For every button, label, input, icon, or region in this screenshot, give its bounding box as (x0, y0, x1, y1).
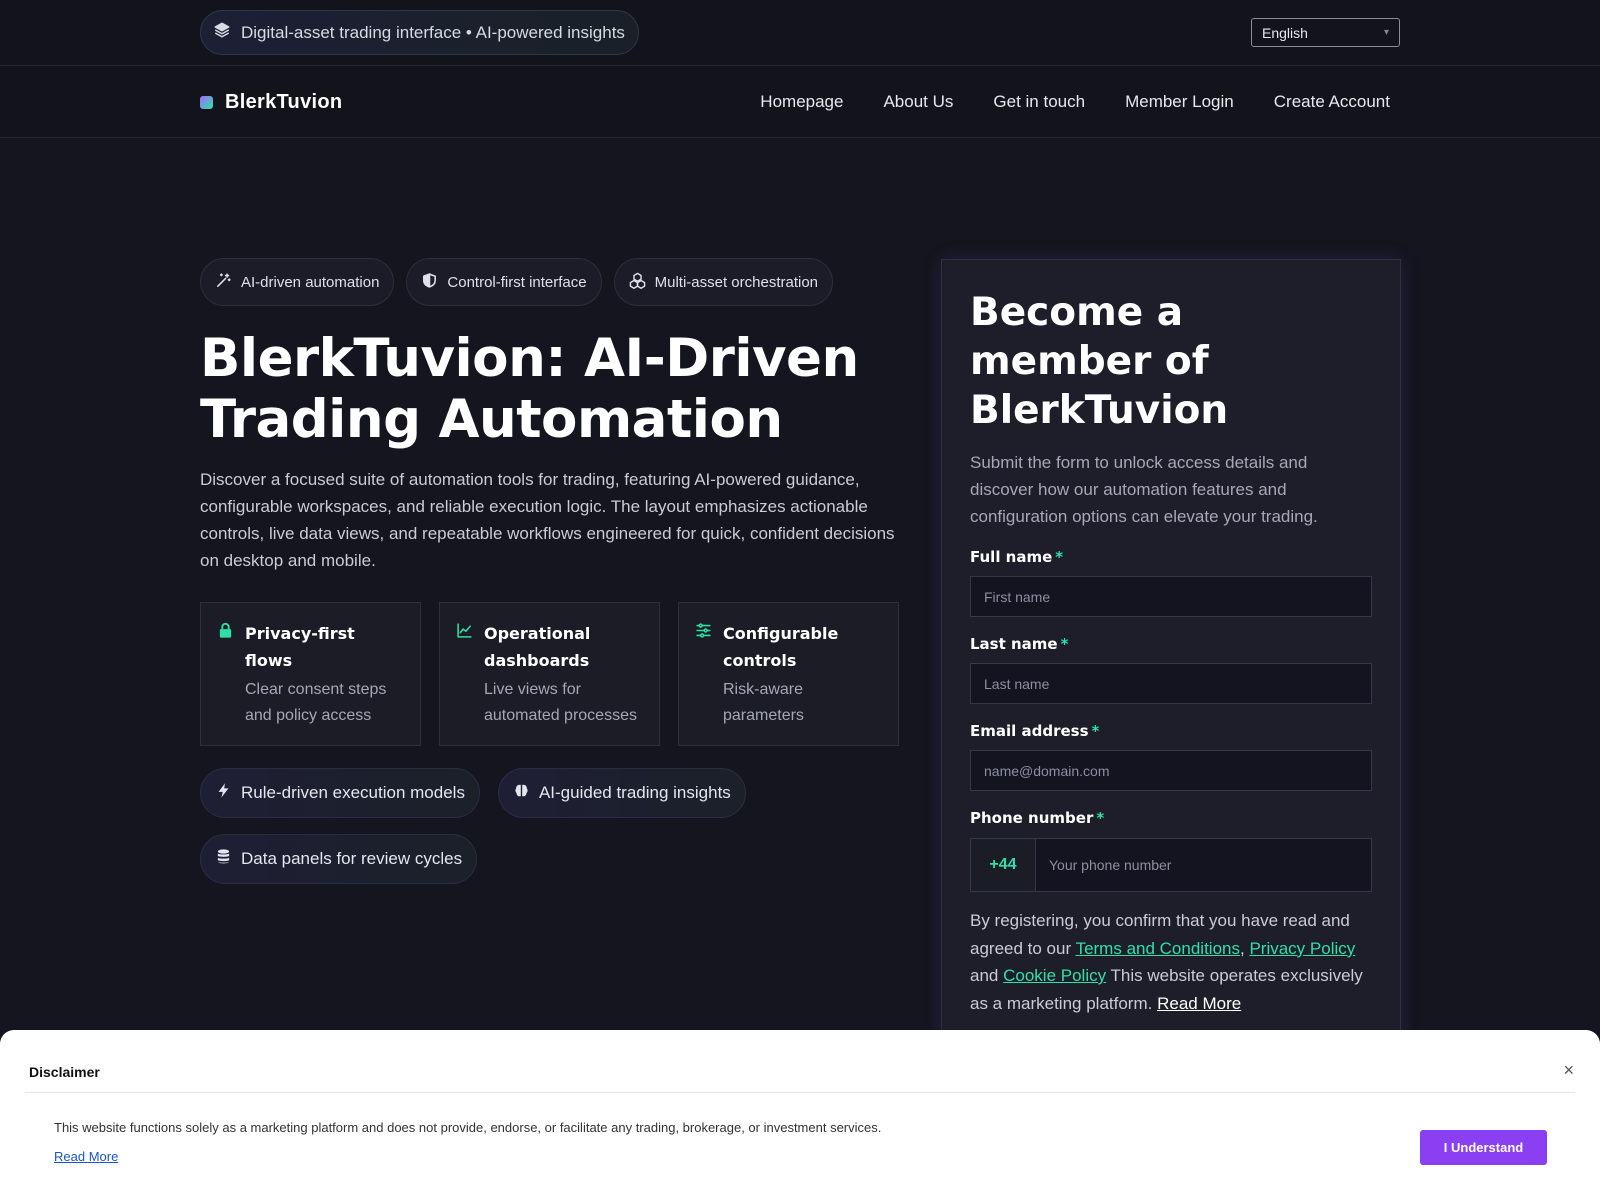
nav-link-member-login[interactable]: Member Login (1125, 92, 1234, 112)
close-icon[interactable]: × (1563, 1060, 1574, 1081)
chip-control-first: Control-first interface (406, 258, 602, 306)
disclaimer-read-more-link[interactable]: Read More (54, 1149, 118, 1164)
phone-label: Phone number * (970, 809, 1105, 827)
tag-data-panels: Data panels for review cycles (200, 834, 478, 884)
form-title: Become a member of BlerkTuvion (970, 290, 1229, 433)
tag-ai-guided: AI-guided trading insights (497, 768, 746, 818)
required-mark: * (1055, 548, 1064, 566)
required-mark: * (1091, 722, 1100, 740)
nav-link-create-account[interactable]: Create Account (1274, 92, 1390, 112)
tag-label: Rule-driven execution models (241, 783, 465, 802)
phone-field: +44 Your phone number (970, 838, 1372, 892)
hero-section: AI-driven automation Control-first inter… (200, 258, 900, 884)
top-bar: Digital-asset trading interface • AI-pow… (0, 0, 1600, 66)
form-subtitle: Submit the form to unlock access details… (970, 453, 1318, 526)
feature-cards: Privacy-first flows Clear consent steps … (200, 602, 900, 746)
feature-card-controls: Configurable controls Risk-aware paramet… (678, 602, 899, 746)
shield-icon (421, 272, 438, 293)
feature-text: Clear consent steps and policy access (245, 681, 387, 724)
cookie-link[interactable]: Cookie Policy (1003, 966, 1106, 985)
chip-label: Multi-asset orchestration (654, 273, 819, 291)
phone-input[interactable]: Your phone number (1036, 839, 1371, 891)
legal-and: and (970, 966, 999, 985)
privacy-link[interactable]: Privacy Policy (1249, 939, 1355, 958)
main-nav: BlerkTuvion Homepage About Us Get in tou… (0, 66, 1600, 138)
language-value: English (1262, 24, 1308, 41)
tagline-text: Digital-asset trading interface • AI-pow… (241, 22, 625, 42)
chip-ai-automation: AI-driven automation (200, 258, 395, 306)
email-field[interactable]: name@domain.com (970, 750, 1372, 791)
feature-card-dashboards: Operational dashboards Live views for au… (439, 602, 660, 746)
country-code-selector[interactable]: +44 (971, 839, 1036, 891)
brand-name: BlerkTuvion (225, 90, 343, 113)
tag-label: Data panels for review cycles (241, 849, 463, 868)
logo-mark-icon (200, 95, 213, 109)
language-select[interactable]: English ▾ (1251, 18, 1400, 47)
disclaimer-header (25, 1030, 1575, 1093)
read-more-link[interactable]: Read More (1157, 994, 1241, 1013)
bolt-icon (215, 782, 232, 804)
nav-links: Homepage About Us Get in touch Member Lo… (760, 66, 1390, 138)
legal-comma: , (1239, 938, 1245, 958)
first-name-placeholder: First name (984, 588, 1051, 605)
first-name-field[interactable]: First name (970, 576, 1372, 617)
chart-line-icon (456, 620, 474, 733)
disclaimer-banner: Disclaimer × This website functions sole… (0, 1030, 1600, 1200)
signup-form: Become a member of BlerkTuvion Submit th… (941, 259, 1401, 1059)
disclaimer-text: This website functions solely as a marke… (54, 1120, 882, 1135)
cubes-icon (629, 272, 646, 293)
chevron-down-icon: ▾ (1383, 27, 1389, 38)
last-name-field[interactable]: Last name (970, 663, 1372, 704)
required-mark: * (1096, 809, 1105, 827)
hero-title: BlerkTuvion: AI-Driven Trading Automatio… (200, 328, 859, 450)
chip-label: AI-driven automation (241, 273, 380, 291)
capability-tags: Rule-driven execution models AI-guided t… (200, 768, 760, 884)
first-name-label: Full name * (970, 548, 1064, 566)
layers-icon (213, 21, 231, 44)
feature-title: Privacy-first flows (245, 624, 355, 670)
nav-link-get-in-touch[interactable]: Get in touch (993, 92, 1085, 112)
brain-icon (513, 782, 530, 804)
lock-icon (217, 620, 235, 733)
email-label: Email address * (970, 722, 1100, 740)
last-name-label: Last name * (970, 635, 1069, 653)
brand-logo[interactable]: BlerkTuvion (200, 66, 342, 138)
feature-text: Risk-aware parameters (723, 681, 804, 724)
understand-button[interactable]: I Understand (1420, 1130, 1547, 1165)
magic-wand-icon (215, 272, 232, 293)
required-mark: * (1060, 635, 1069, 653)
nav-link-homepage[interactable]: Homepage (760, 92, 843, 112)
tagline-pill: Digital-asset trading interface • AI-pow… (200, 10, 639, 55)
last-name-placeholder: Last name (984, 675, 1050, 692)
hero-description: Discover a focused suite of automation t… (200, 470, 895, 570)
phone-placeholder: Your phone number (1049, 857, 1172, 873)
hero-chips: AI-driven automation Control-first inter… (200, 258, 900, 306)
feature-card-privacy: Privacy-first flows Clear consent steps … (200, 602, 421, 746)
terms-link[interactable]: Terms and Conditions (1076, 939, 1240, 958)
chip-label: Control-first interface (447, 273, 587, 291)
disclaimer-title: Disclaimer (29, 1064, 100, 1080)
feature-text: Live views for automated processes (484, 681, 637, 724)
tag-label: AI-guided trading insights (538, 783, 731, 802)
nav-link-about-us[interactable]: About Us (883, 92, 953, 112)
feature-title: Operational dashboards (484, 624, 591, 670)
tag-rule-driven: Rule-driven execution models (200, 768, 480, 818)
legal-notice: By registering, you confirm that you hav… (970, 907, 1372, 1017)
email-placeholder: name@domain.com (984, 762, 1110, 779)
database-icon (215, 848, 232, 870)
feature-title: Configurable controls (723, 624, 839, 670)
sliders-icon (695, 620, 713, 733)
chip-multi-asset: Multi-asset orchestration (613, 258, 834, 306)
